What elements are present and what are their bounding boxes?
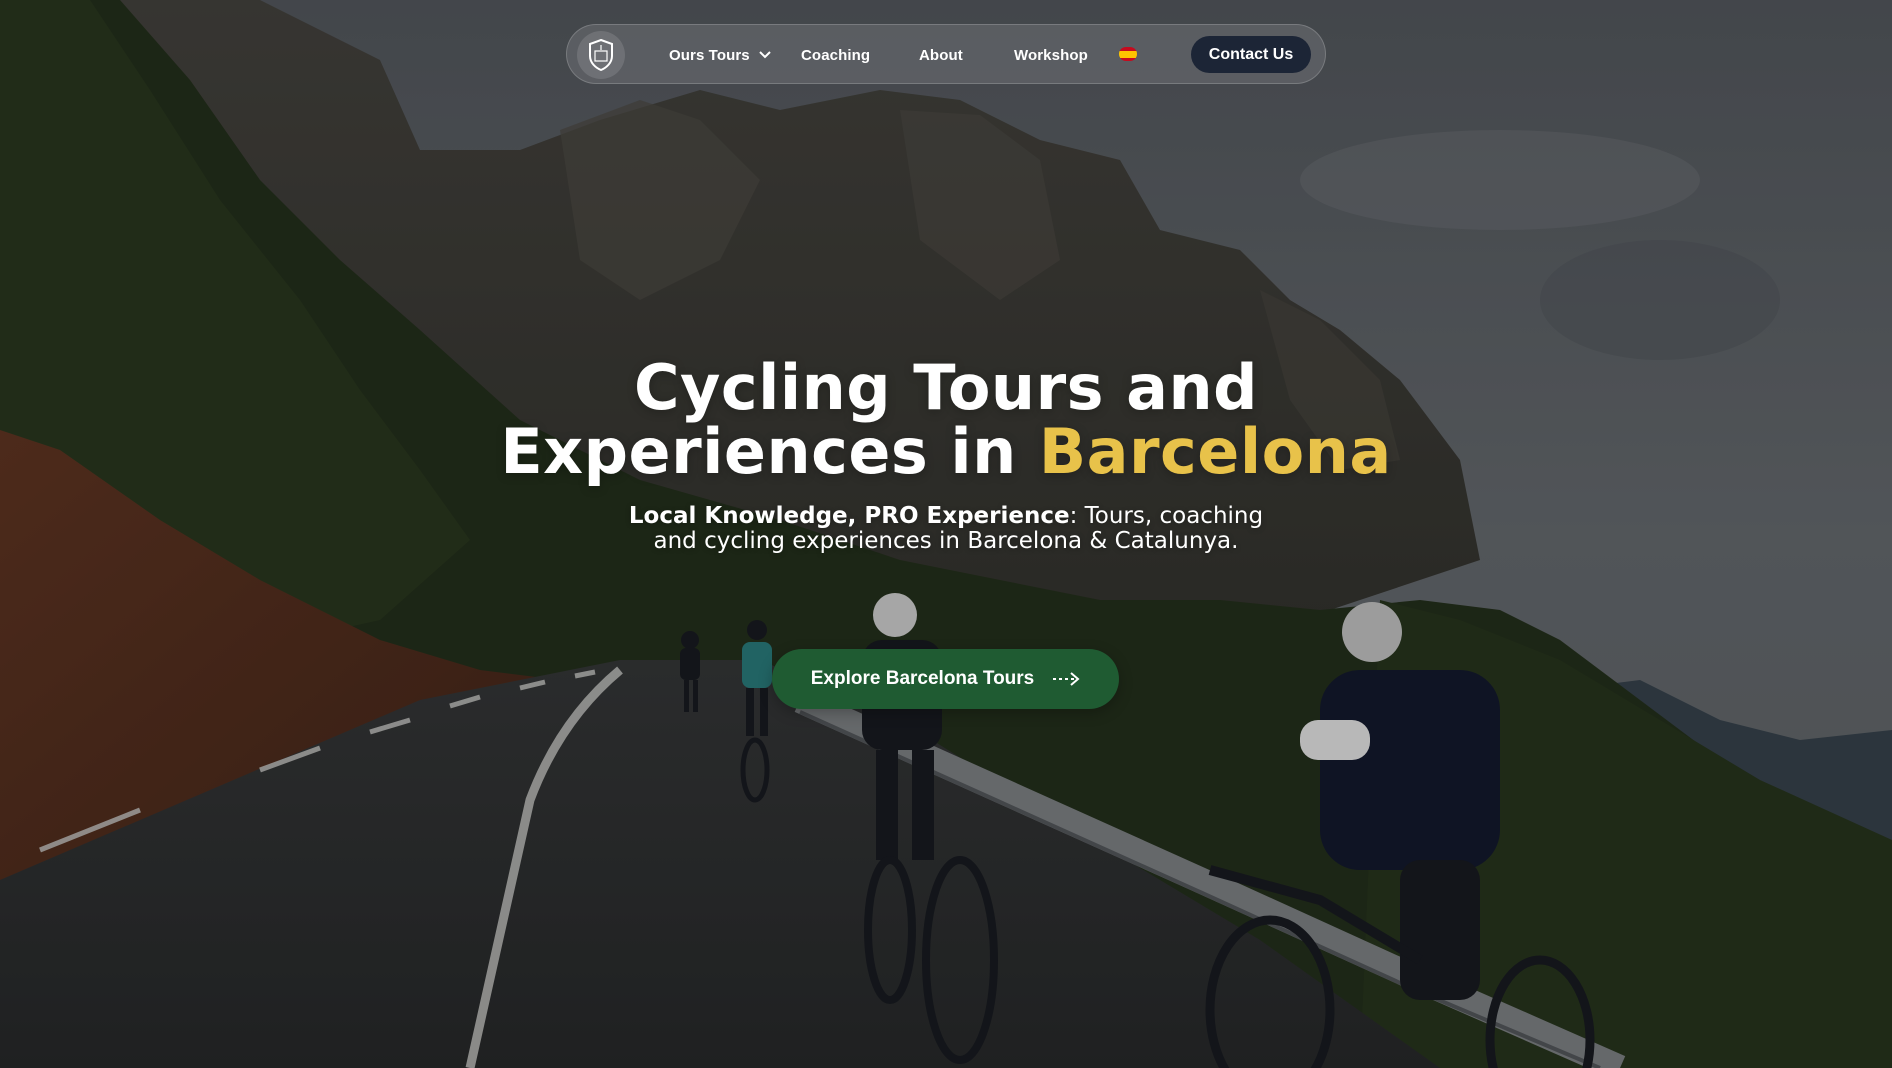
arrow-right-icon [1052, 672, 1080, 686]
hero-title-line2-prefix: Experiences in [500, 415, 1039, 488]
nav-item-about[interactable]: About [919, 25, 963, 85]
spain-flag-icon[interactable] [1119, 47, 1137, 61]
hero-title-highlight: Barcelona [1038, 415, 1392, 488]
contact-us-button[interactable]: Contact Us [1191, 36, 1311, 73]
hero-title-line1: Cycling Tours and [634, 351, 1258, 424]
nav-item-label: Coaching [801, 46, 871, 64]
nav-item-label: Ours Tours [669, 46, 750, 64]
main-navbar: Ours Tours Coaching About Workshop Conta… [566, 24, 1326, 84]
chevron-down-icon [759, 51, 771, 59]
nav-item-workshop[interactable]: Workshop [1014, 25, 1088, 85]
explore-barcelona-tours-button[interactable]: Explore Barcelona Tours [772, 649, 1119, 709]
cta-label: Explore Barcelona Tours [810, 668, 1035, 689]
hero-subtitle-bold: Local Knowledge, PRO Experience [628, 503, 1070, 529]
hero-subtitle: Local Knowledge, PRO Experience: Tours, … [626, 504, 1266, 554]
hero-title: Cycling Tours and Experiences in Barcelo… [0, 356, 1892, 484]
nav-item-label: Workshop [1014, 46, 1088, 64]
nav-item-ours-tours[interactable]: Ours Tours [669, 25, 771, 85]
hero-section: Ours Tours Coaching About Workshop Conta… [0, 0, 1892, 1068]
probike-shield-logo-icon[interactable] [577, 31, 625, 79]
nav-item-label: About [919, 46, 963, 64]
nav-item-coaching[interactable]: Coaching [801, 25, 870, 85]
